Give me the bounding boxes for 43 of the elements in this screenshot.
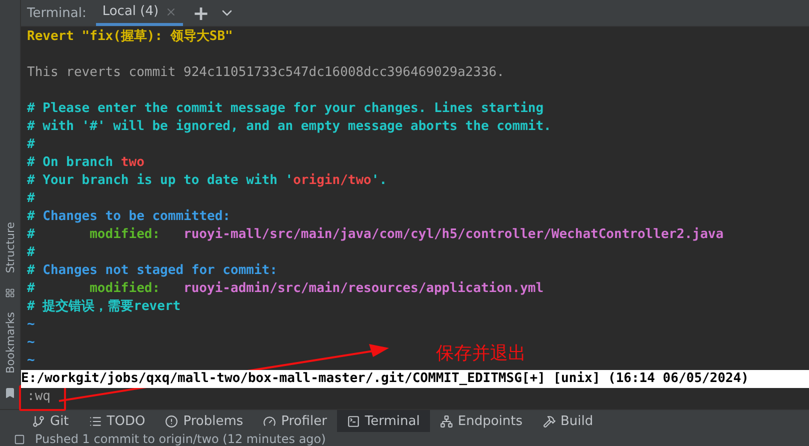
side-panel-label[interactable]: Structure bbox=[4, 222, 16, 274]
terminal-line: # modified: ruoyi-mall/src/main/java/com/cyl/h5/controller/WechatController2.java bbox=[27, 226, 724, 244]
terminal-line: # Changes to be committed: bbox=[27, 208, 230, 226]
terminal-line: # 提交错误，需要revert bbox=[27, 298, 181, 316]
terminal-line: ~ bbox=[27, 316, 35, 334]
tool-window-tab[interactable]: Terminal bbox=[336, 410, 430, 432]
terminal-line: ~ bbox=[27, 334, 35, 352]
tool-window-tab[interactable]: Git bbox=[22, 410, 79, 432]
terminal-line: # with '#' will be ignored, and an empty message aborts the commit. bbox=[27, 118, 552, 136]
nodes-icon bbox=[440, 414, 453, 428]
terminal-line: # Changes not staged for commit: bbox=[27, 262, 278, 280]
hammer-icon bbox=[542, 414, 556, 428]
tool-window-tab[interactable]: Build bbox=[532, 410, 604, 432]
terminal-line: # modified: ruoyi-admin/src/main/resources/application.yml bbox=[27, 280, 544, 298]
structure-icon bbox=[5, 288, 15, 298]
new-tab-button[interactable]: + bbox=[192, 1, 210, 25]
gauge-icon bbox=[263, 414, 276, 428]
status-icon bbox=[14, 434, 25, 444]
terminal-line: # Please enter the commit message for your changes. Lines starting bbox=[27, 100, 544, 118]
highlight-frame bbox=[19, 385, 66, 411]
vim-command-line: :wq bbox=[27, 388, 50, 406]
annotation-text: 保存并退出 bbox=[436, 342, 526, 365]
terminal-line: # Your branch is up to date with 'origin/two'. bbox=[27, 172, 388, 190]
tool-window-tab[interactable]: Profiler bbox=[253, 410, 337, 432]
alert-icon bbox=[165, 414, 178, 428]
terminal-line: This reverts commit 924c11051733c547dc16008dcc396469029a2336. bbox=[27, 64, 504, 82]
bookmark-icon bbox=[4, 387, 16, 399]
terminal-icon bbox=[346, 414, 360, 428]
terminal-line: # bbox=[27, 136, 35, 154]
status-message: Pushed 1 commit to origin/two (12 minutes ago) bbox=[35, 432, 326, 446]
session-tab[interactable]: Local (4) bbox=[96, 0, 183, 26]
side-panel-label[interactable]: Bookmarks bbox=[4, 312, 16, 373]
terminal-line: # On branch two bbox=[27, 154, 144, 172]
terminal-line: # bbox=[27, 190, 35, 208]
list-icon bbox=[88, 414, 102, 428]
branch-icon bbox=[32, 414, 45, 428]
terminal-line: ~ bbox=[27, 352, 35, 370]
tool-window-tab[interactable]: Problems bbox=[155, 410, 254, 432]
tool-window-tab[interactable]: TODO bbox=[78, 410, 156, 432]
tool-window-tab[interactable]: Endpoints bbox=[430, 410, 533, 432]
terminal-label: Terminal: bbox=[27, 6, 86, 20]
terminal-line: Revert "fix(握草): 领导大SB" bbox=[27, 28, 233, 46]
terminal-line: # bbox=[27, 244, 35, 262]
